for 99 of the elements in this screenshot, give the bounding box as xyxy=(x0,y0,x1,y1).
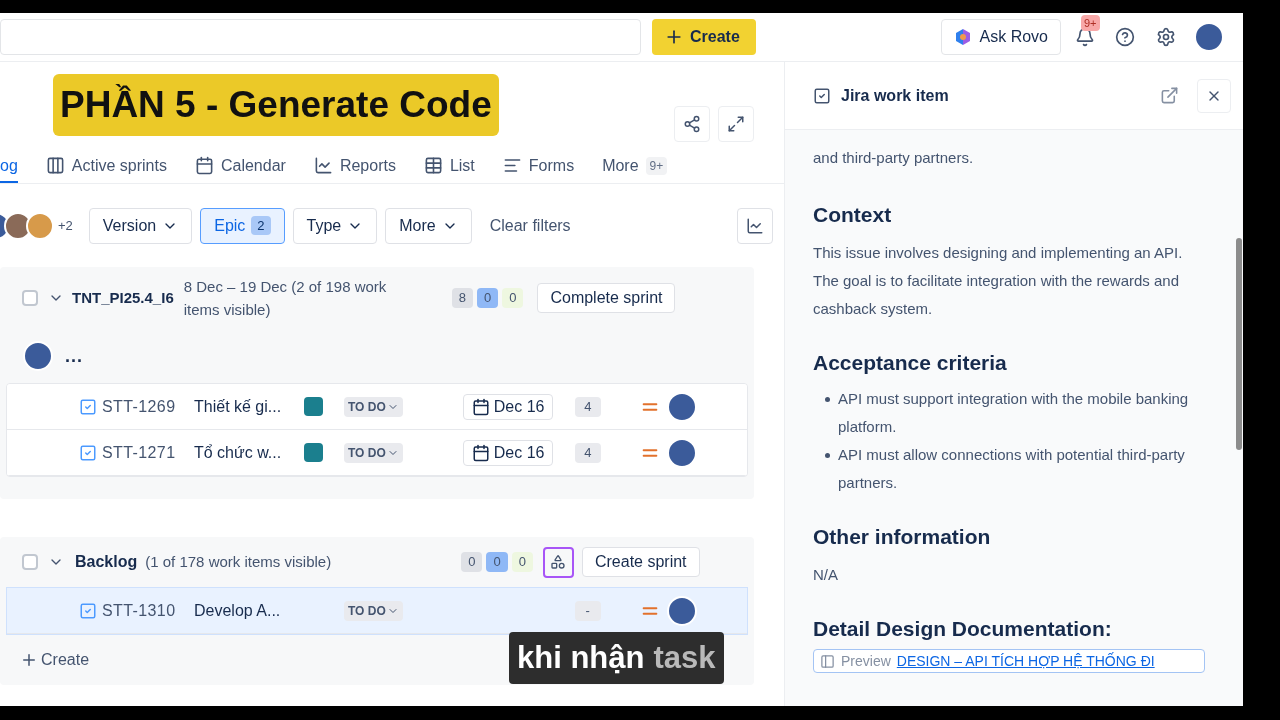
count-badge: 0 xyxy=(461,552,483,572)
avatar xyxy=(666,595,697,626)
criteria-text: API must support integration with the mobile banking platform. xyxy=(838,389,1190,437)
calendar-icon xyxy=(471,397,490,416)
criteria-text: API must allow connections with potential third-party partners. xyxy=(838,445,1186,493)
scrollbar-thumb[interactable] xyxy=(1236,238,1242,450)
backlog-info: (1 of 178 work items visible) xyxy=(145,551,333,572)
calendar-icon xyxy=(194,156,214,175)
help-icon[interactable] xyxy=(1115,27,1135,47)
description-text: and third-party partners. xyxy=(813,148,975,168)
section-heading: Detail Design Documentation: xyxy=(813,616,1113,642)
checkbox[interactable] xyxy=(22,290,38,306)
status-dropdown[interactable]: TO DO xyxy=(344,396,403,417)
work-item-key[interactable]: STT-1310 xyxy=(102,598,194,623)
filter-dropdown[interactable]: Type xyxy=(292,207,378,244)
ask-rovo-button[interactable]: Ask Rovo xyxy=(940,19,1061,55)
share-button[interactable] xyxy=(674,106,710,142)
bullet-icon xyxy=(825,397,830,402)
backlog-name: Backlog xyxy=(75,552,138,572)
fullscreen-button[interactable] xyxy=(718,106,754,142)
due-date: Dec 16 xyxy=(462,439,554,466)
video-title-banner: PHẦN 5 - Generate Code xyxy=(53,74,499,136)
settings-icon[interactable] xyxy=(1156,27,1176,47)
backlog-tools-button[interactable] xyxy=(542,546,574,578)
work-item-row[interactable]: STT-1310 Develop A... TO DO - xyxy=(7,588,747,634)
preview-label: Preview xyxy=(841,651,891,671)
lines-icon xyxy=(502,156,522,175)
plus-icon xyxy=(20,651,38,669)
expand-icon xyxy=(727,115,745,133)
work-item-summary[interactable]: Develop A... xyxy=(194,598,304,623)
count-badge: 0 xyxy=(476,288,499,308)
view-tab[interactable]: og xyxy=(0,150,18,183)
filter-dropdown[interactable]: Version xyxy=(88,207,193,244)
count-badge: 0 xyxy=(486,552,508,572)
work-item-key[interactable]: STT-1271 xyxy=(102,440,194,465)
bullet-icon xyxy=(825,453,830,458)
work-item-summary[interactable]: Tổ chức w... xyxy=(194,440,304,465)
create-item-button[interactable]: Create xyxy=(20,648,90,672)
work-item-row[interactable]: STT-1271 Tổ chức w... TO DO Dec 16 4 xyxy=(7,430,747,476)
filter-dropdown[interactable]: Epic 2 xyxy=(200,207,285,244)
notifications-icon[interactable] xyxy=(1075,27,1095,47)
filter-count-badge: 2 xyxy=(251,215,271,236)
filter-dropdown[interactable]: More xyxy=(385,207,472,244)
task-icon xyxy=(79,601,97,620)
avatar xyxy=(23,341,53,371)
view-tab[interactable]: More 9+ xyxy=(602,150,668,183)
status-dropdown[interactable]: TO DO xyxy=(344,600,403,621)
open-external-icon[interactable] xyxy=(1160,86,1179,105)
insights-button[interactable] xyxy=(737,207,773,244)
story-points: 4 xyxy=(574,396,601,417)
count-badge: 0 xyxy=(502,288,524,308)
notification-badge: 9+ xyxy=(1081,15,1100,31)
checkbox[interactable] xyxy=(22,554,38,570)
smart-link[interactable]: Preview DESIGN – API TÍCH HỢP HỆ THỐNG ĐI xyxy=(813,649,1205,673)
work-item-icon xyxy=(813,86,831,105)
section-text: This issue involves designing and implementing an API. The goal is to facilitate integration with the rewards and cashback system. xyxy=(813,243,1184,319)
more-avatars-count[interactable]: +2 xyxy=(58,215,73,236)
create-sprint-button[interactable]: Create sprint xyxy=(581,547,700,577)
chart-icon xyxy=(313,156,333,175)
story-points: - xyxy=(574,600,601,621)
complete-sprint-button[interactable]: Complete sprint xyxy=(537,283,676,313)
section-heading: Other information xyxy=(813,524,992,550)
view-tab[interactable]: Active sprints xyxy=(45,150,167,183)
view-tab[interactable]: Calendar xyxy=(194,150,286,183)
columns-icon xyxy=(45,156,65,175)
story-points: 4 xyxy=(574,442,601,463)
task-icon xyxy=(79,397,97,416)
count-badge: 0 xyxy=(511,552,533,572)
preview-icon xyxy=(820,653,835,669)
task-icon xyxy=(79,443,97,462)
section-heading: Context xyxy=(813,202,893,228)
view-tab[interactable]: Forms xyxy=(502,150,575,183)
create-button[interactable]: Create xyxy=(652,19,756,55)
panel-title: Jira work item xyxy=(841,85,949,106)
search-field[interactable] xyxy=(0,19,641,55)
due-date: Dec 16 xyxy=(462,393,554,420)
count-badge: 8 xyxy=(451,288,473,308)
subtitle-word: khi nhận xyxy=(517,640,645,675)
view-tab[interactable]: Reports xyxy=(313,150,396,183)
tab-count-badge: 9+ xyxy=(645,156,668,175)
sprint-dates: 8 Dec – 19 Dec (2 of 198 work items visible) xyxy=(183,277,388,320)
more-text[interactable]: ... xyxy=(65,347,83,365)
sprint-name: TNT_PI25.4_I6 xyxy=(72,287,174,308)
share-icon xyxy=(683,115,701,133)
shapes-icon xyxy=(550,554,567,570)
view-tab[interactable]: List xyxy=(423,150,475,183)
status-dropdown[interactable]: TO DO xyxy=(344,442,403,463)
chart-icon xyxy=(746,216,764,235)
rovo-logo-icon xyxy=(953,28,972,46)
link-text[interactable]: DESIGN – API TÍCH HỢP HỆ THỐNG ĐI xyxy=(896,650,1155,672)
work-item-key[interactable]: STT-1269 xyxy=(102,394,194,419)
section-heading: Acceptance criteria xyxy=(813,350,1008,376)
section-text: N/A xyxy=(813,565,839,585)
clear-filters-button[interactable]: Clear filters xyxy=(481,207,579,244)
work-item-row[interactable]: STT-1269 Thiết kế gi... TO DO Dec 16 4 xyxy=(7,384,747,430)
table-icon xyxy=(423,156,443,175)
calendar-icon xyxy=(471,443,490,462)
subtitle-word: task xyxy=(653,640,716,675)
work-item-summary[interactable]: Thiết kế gi... xyxy=(194,394,304,419)
